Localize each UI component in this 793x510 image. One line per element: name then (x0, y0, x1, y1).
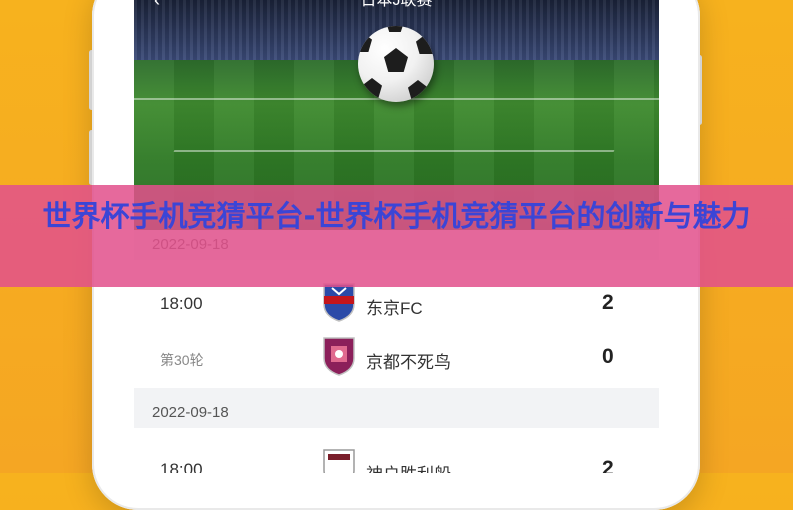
away-team-name: 京都不死鸟 (366, 353, 451, 372)
pitch-line (173, 150, 615, 152)
date-header: 2022-09-18 (134, 398, 659, 428)
home-team-name: 神户胜利船 (366, 460, 451, 473)
soccer-ball-icon (358, 26, 434, 102)
match-round: 第30轮 (160, 352, 204, 368)
away-team-score: 0 (602, 345, 614, 368)
home-team-score: 2 (602, 291, 614, 314)
match-time: 18:00 (160, 294, 203, 313)
vissel-kobe-crest-icon (323, 449, 355, 473)
kyoto-sanga-crest-icon (323, 337, 355, 376)
home-team-name: 东京FC (366, 299, 423, 318)
home-team-score: 2 (602, 457, 614, 473)
match-card[interactable]: 18:00 神户胜利船 2 (134, 428, 659, 473)
tokyo-fc-crest-icon (323, 283, 355, 322)
banner-title: 世界杯手机竞猜平台-世界杯手机竞猜平台的创新与魅力 (42, 199, 751, 233)
match-time: 18:00 (160, 460, 203, 473)
page-title: 日本J联赛 (360, 0, 433, 9)
